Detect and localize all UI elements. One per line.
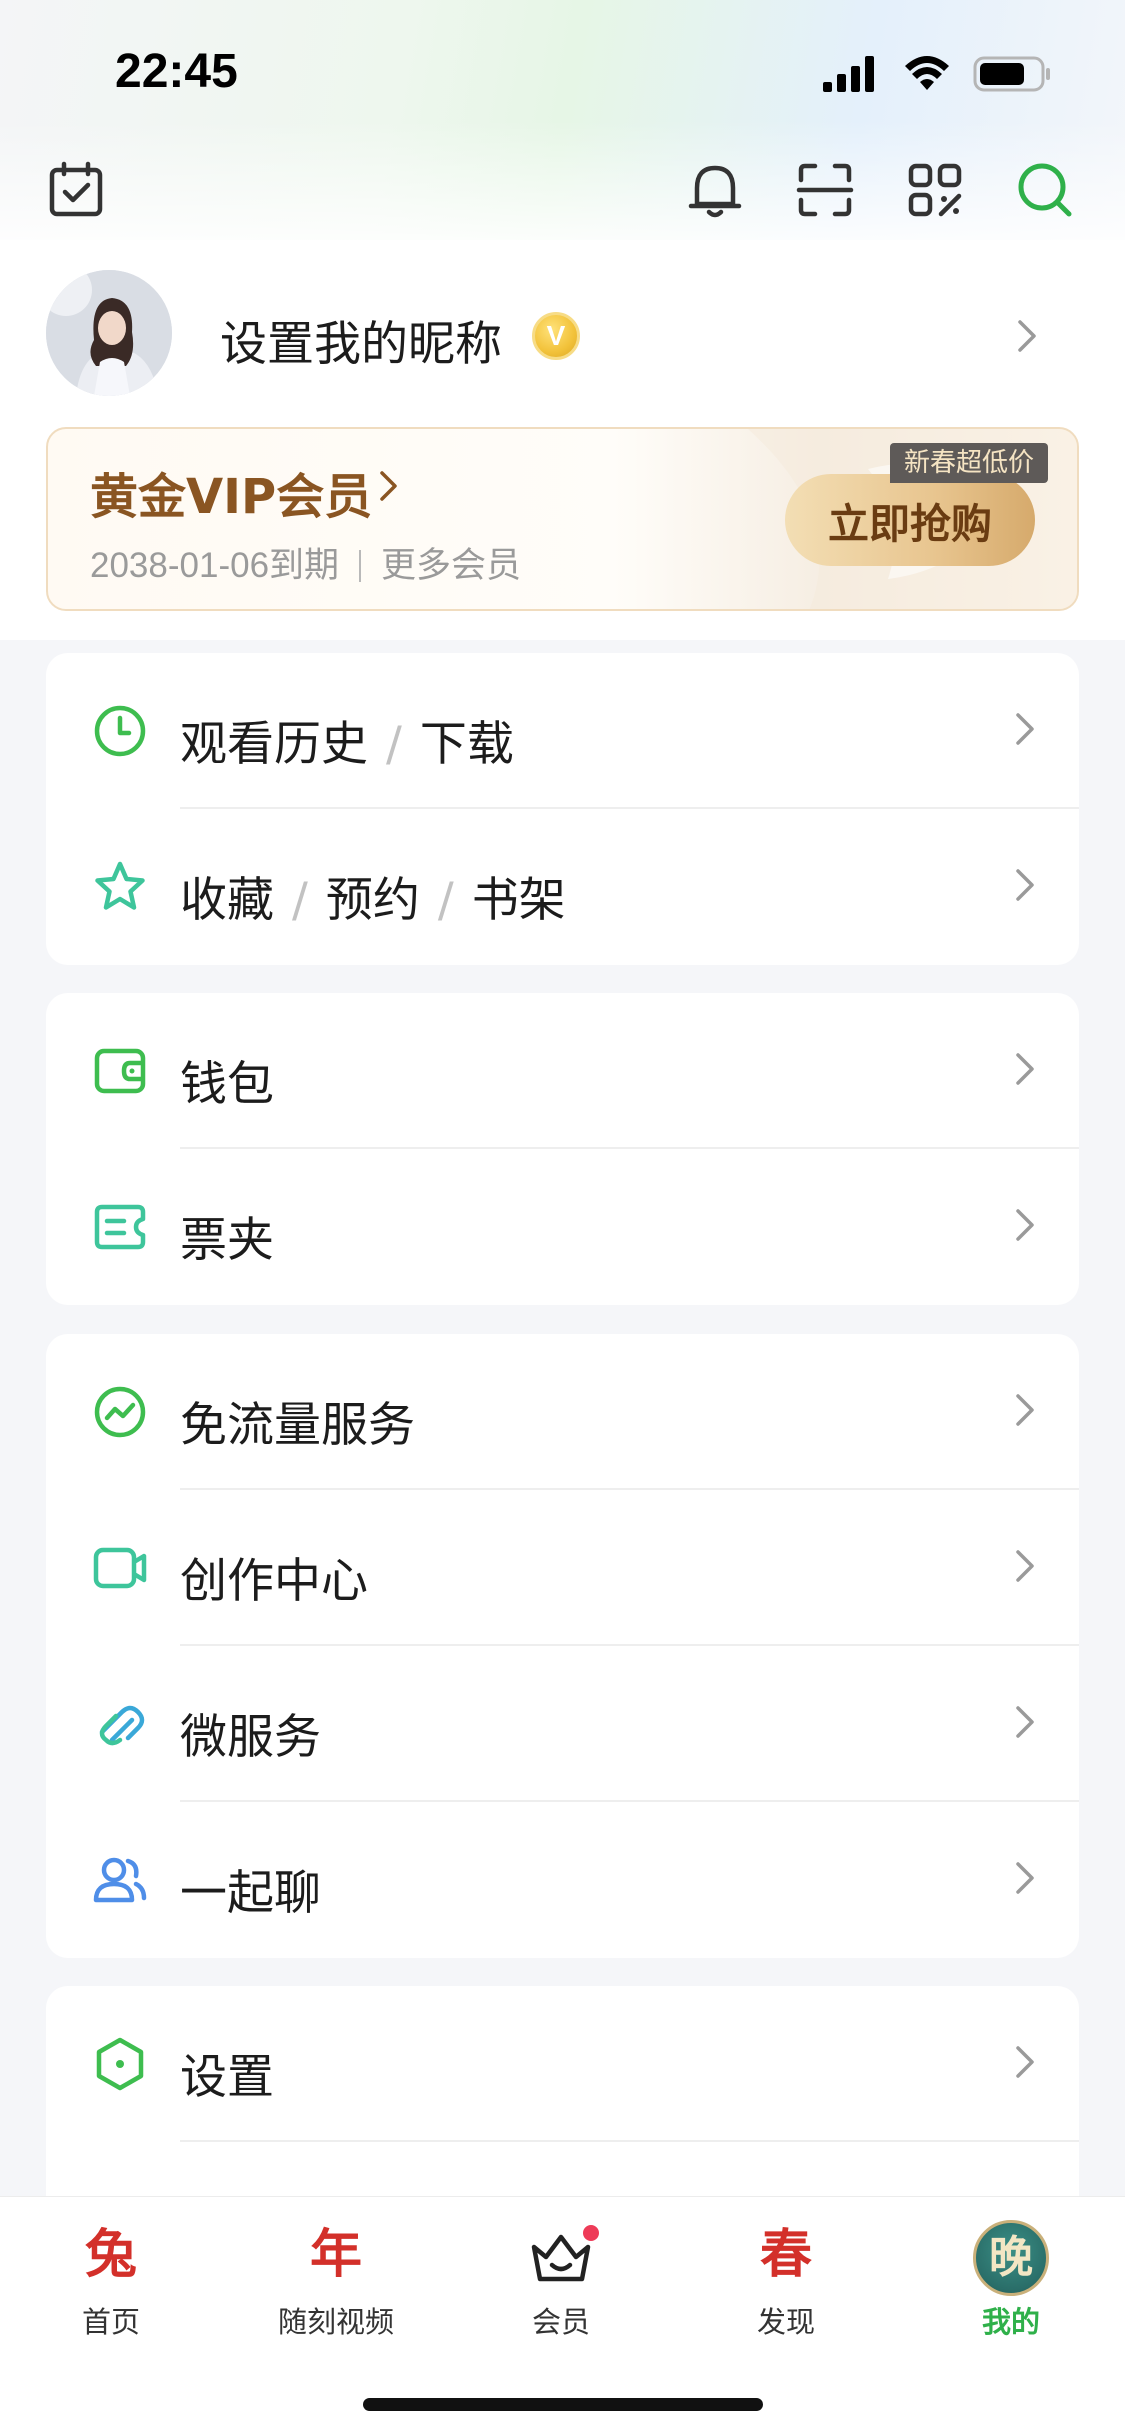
trend-icon [94,1386,146,1438]
status-time: 22:45 [115,45,238,98]
bell-icon[interactable] [685,160,745,220]
notification-dot [583,2225,599,2241]
cellular-signal-icon [823,56,874,92]
menu-item-label: 设置 [180,2050,274,2105]
battery-icon [973,56,1050,92]
wallet-card: 钱包 票夹 [46,993,1079,1305]
menu-item-label: 收藏 / 预约 / 书架 [180,873,566,928]
menu-item-free-data[interactable]: 免流量服务 [46,1334,1079,1490]
tab-vip[interactable]: 会员 [461,2217,661,2341]
chevron-right-icon [1016,1706,1034,1738]
crown-basket-icon [461,2217,661,2293]
menu-item-label: 创作中心 [180,1554,368,1609]
menu-item-label: 票夹 [180,1213,274,1268]
wallet-icon [94,1048,146,1094]
vip-title: 黄金VIP会员 [90,469,373,525]
menu-item-creator[interactable]: 创作中心 [46,1490,1079,1646]
tab-discover[interactable]: 春 发现 [686,2217,886,2341]
chevron-right-icon [380,471,397,501]
tab-label: 我的 [981,2305,1040,2339]
vip-subtitle: 2038-01-06到期 更多会员 [90,537,521,588]
festival-glyph-icon: 兔 [84,2225,137,2285]
menu-item-label: 一起聊 [180,1866,321,1921]
search-icon[interactable] [1015,160,1075,220]
wifi-icon [905,56,949,90]
status-icons [821,52,1053,96]
buy-now-button[interactable]: 立即抢购 [785,474,1035,566]
menu-item-chat[interactable]: 一起聊 [46,1802,1079,1958]
menu-item-label: 钱包 [180,1057,274,1112]
qr-code-icon[interactable] [905,160,965,220]
chevron-right-icon [1016,869,1034,901]
chevron-right-icon [1016,713,1034,745]
menu-item-label: 观看历史 / 下载 [180,717,514,772]
vip-card[interactable]: 黄金VIP会员 2038-01-06到期 更多会员 立即抢购 新春超低价 [46,427,1079,611]
menu-item-history[interactable]: 观看历史 / 下载 [46,653,1079,809]
home-indicator [363,2398,763,2411]
me-badge-icon: 晚 [911,2217,1111,2296]
chevron-right-icon [1016,1862,1034,1894]
tab-label: 随刻视频 [277,2305,394,2339]
vip-v-badge-icon: V [532,312,580,360]
chevron-right-icon[interactable] [1015,318,1039,354]
tab-home[interactable]: 兔 首页 [11,2217,211,2341]
avatar[interactable] [46,270,172,396]
tab-label: 首页 [81,2305,140,2339]
menu-item-settings[interactable]: 设置 [46,1986,1079,2142]
star-icon [95,861,145,910]
link-icon [99,1705,145,1746]
promo-tag: 新春超低价 [890,443,1049,483]
header-background [0,0,1125,260]
menu-item-micro-service[interactable]: 微服务 [46,1646,1079,1802]
menu-item-wallet[interactable]: 钱包 [46,993,1079,1149]
history-favorites-card: 观看历史 / 下载 收藏 / 预约 / 书架 [46,653,1079,965]
calendar-check-icon[interactable] [46,160,106,220]
scan-icon[interactable] [795,160,855,220]
menu-item-label: 免流量服务 [180,1398,415,1453]
tab-label: 发现 [756,2305,815,2339]
tab-me[interactable]: 晚 我的 [911,2217,1111,2341]
ticket-icon [94,1204,146,1250]
nickname[interactable]: 设置我的昵称 [220,305,502,374]
more-vip-link[interactable]: 更多会员 [381,546,521,585]
tab-label: 会员 [531,2305,590,2339]
chevron-right-icon [1016,1550,1034,1582]
tab-videos[interactable]: 年 随刻视频 [236,2217,436,2341]
festival-glyph-icon: 春 [759,2225,812,2285]
avatar-image [46,270,172,396]
chevron-right-icon [1016,1053,1034,1085]
festival-glyph-icon: 年 [309,2225,362,2285]
video-camera-icon [93,1547,147,1589]
clock-icon [94,705,146,757]
menu-item-label: 微服务 [180,1710,321,1765]
settings-hexagon-icon [96,2037,144,2091]
menu-item-tickets[interactable]: 票夹 [46,1149,1079,1305]
divider [180,2140,1079,2142]
vip-expire-date: 2038-01-06到期 [90,546,340,585]
services-card: 免流量服务 创作中心 微服务 一起聊 [46,1334,1079,1958]
divider [359,550,362,582]
chevron-right-icon [1016,2046,1034,2078]
chevron-right-icon [1016,1394,1034,1426]
me-badge-glyph: 晚 [973,2220,1049,2296]
users-icon [93,1857,147,1903]
chevron-right-icon [1016,1209,1034,1241]
menu-item-favorites[interactable]: 收藏 / 预约 / 书架 [46,809,1079,965]
